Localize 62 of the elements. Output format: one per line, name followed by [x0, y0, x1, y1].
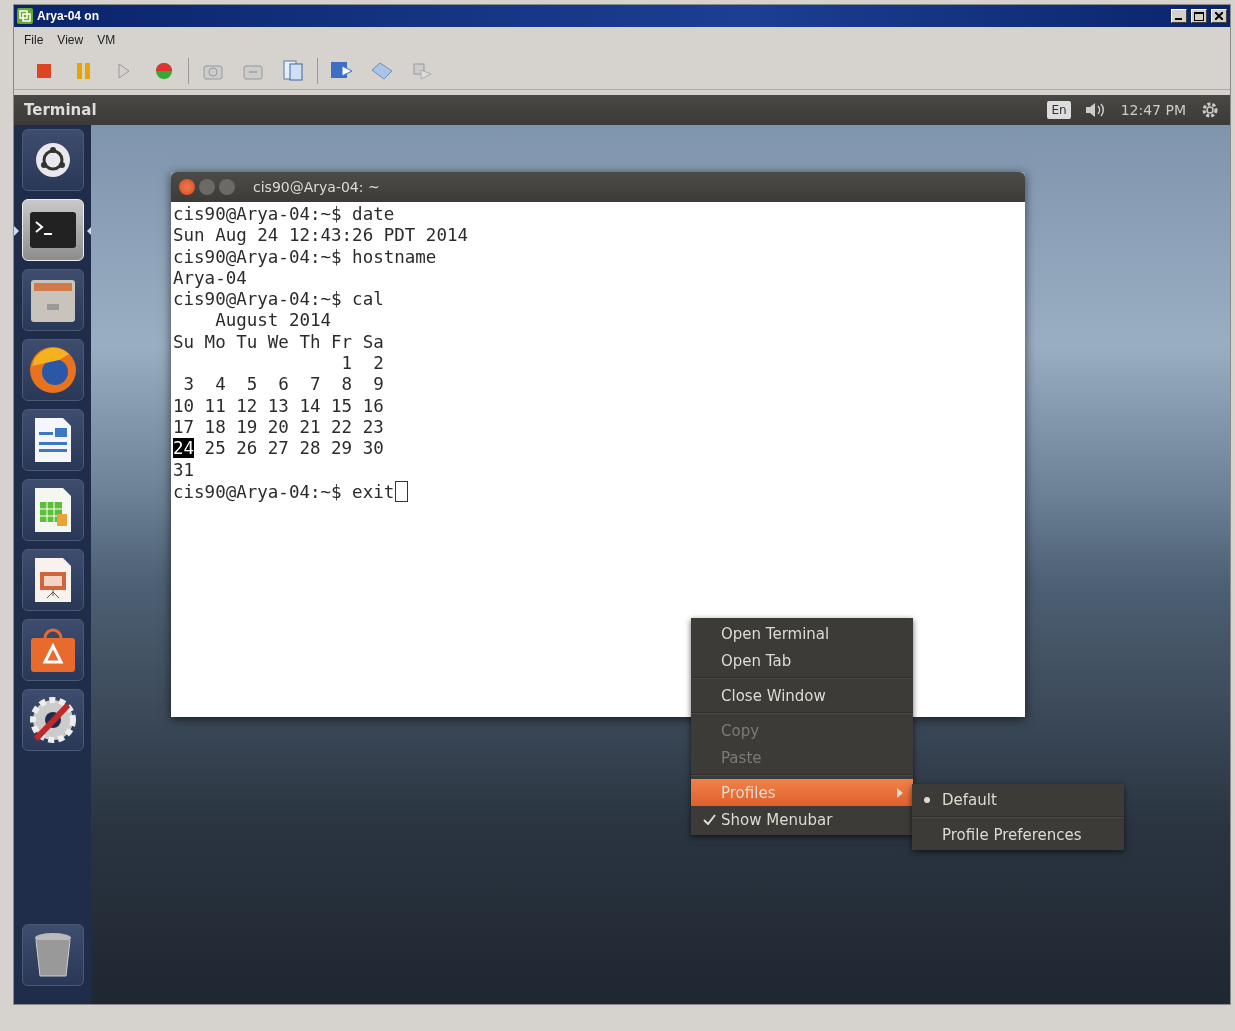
menu-item[interactable]: Profile Preferences [912, 821, 1124, 848]
refresh-icon [154, 61, 174, 81]
terminal-icon [29, 212, 76, 248]
terminal-line: 1 2 [340, 353, 384, 374]
bag-icon [30, 628, 75, 672]
volume-icon[interactable] [1084, 102, 1107, 118]
spreadsheet-icon [34, 488, 71, 532]
menu-item[interactable]: Open Terminal [691, 620, 913, 647]
app-icon [17, 8, 33, 24]
logo-icon [34, 142, 71, 178]
terminal-line: 25 26 27 28 29 30 [203, 438, 384, 459]
menu-item[interactable]: Open Tab [691, 647, 913, 674]
terminal-line: cis90@Arya-04:~$ cal [173, 289, 384, 310]
launcher-item[interactable] [21, 129, 84, 191]
terminal-line: cis90@Arya-04:~$ exit [173, 481, 395, 502]
drawer-icon [30, 278, 75, 322]
launcher-item[interactable] [21, 924, 84, 986]
globe-icon [28, 346, 77, 394]
maximize-button[interactable] [1191, 9, 1207, 23]
terminal-title: cis90@Arya-04: ~ [253, 179, 380, 195]
document-icon [34, 418, 71, 462]
terminal-line: cis90@Arya-04:~$ date [173, 204, 395, 224]
keyboard-indicator[interactable]: En [1047, 101, 1071, 119]
presentation-icon [34, 558, 71, 602]
launcher-item[interactable] [21, 689, 84, 751]
launcher-item[interactable] [21, 619, 84, 681]
trash-icon [32, 932, 73, 978]
pause-icon [77, 63, 91, 79]
window-title: Arya-04 on [37, 9, 101, 23]
submenu-arrow-icon [897, 787, 903, 798]
terminal-line: 17 18 19 20 21 22 23 [173, 416, 384, 437]
launcher-item[interactable] [21, 479, 84, 541]
menu-item[interactable]: VM [97, 33, 116, 47]
menu-item[interactable]: View [57, 33, 84, 47]
terminal-line: Arya-04 [173, 267, 247, 288]
today-highlight: 24 [173, 438, 195, 459]
document-icon [283, 60, 303, 82]
launcher-item[interactable] [21, 269, 84, 331]
settings-icon[interactable] [1200, 100, 1220, 120]
close-button[interactable] [1211, 9, 1227, 23]
launcher-item[interactable] [21, 339, 84, 401]
launcher-item[interactable] [21, 549, 84, 611]
terminal-line: Su Mo Tu We Th Fr Sa [173, 331, 384, 352]
maximize-icon [1194, 11, 1204, 21]
menu-item[interactable]: File [24, 33, 44, 47]
clock[interactable]: 12:47 PM [1120, 102, 1186, 118]
terminal-line: 31 [173, 459, 195, 480]
stop-icon [37, 64, 51, 78]
terminal-line: cis90@Arya-04:~$ hostname [173, 246, 437, 267]
terminal-line: August 2014 [214, 310, 332, 331]
launcher-item[interactable] [21, 409, 84, 471]
app-title: Terminal [24, 101, 98, 119]
terminal-line: Sun Aug 24 12:43:26 PDT 2014 [173, 225, 468, 246]
close-icon [1215, 12, 1223, 20]
play-icon [118, 63, 130, 79]
gear-wrench-icon [27, 695, 78, 745]
terminal-line: 10 11 12 13 14 15 16 [173, 395, 384, 416]
menu-item[interactable]: Default [912, 786, 1124, 813]
menu-item[interactable]: Close Window [691, 682, 913, 709]
terminal-line: 3 4 5 6 7 8 9 [182, 374, 384, 395]
menu-item[interactable]: Show Menubar [691, 806, 913, 833]
minimize-button[interactable] [1171, 9, 1187, 23]
